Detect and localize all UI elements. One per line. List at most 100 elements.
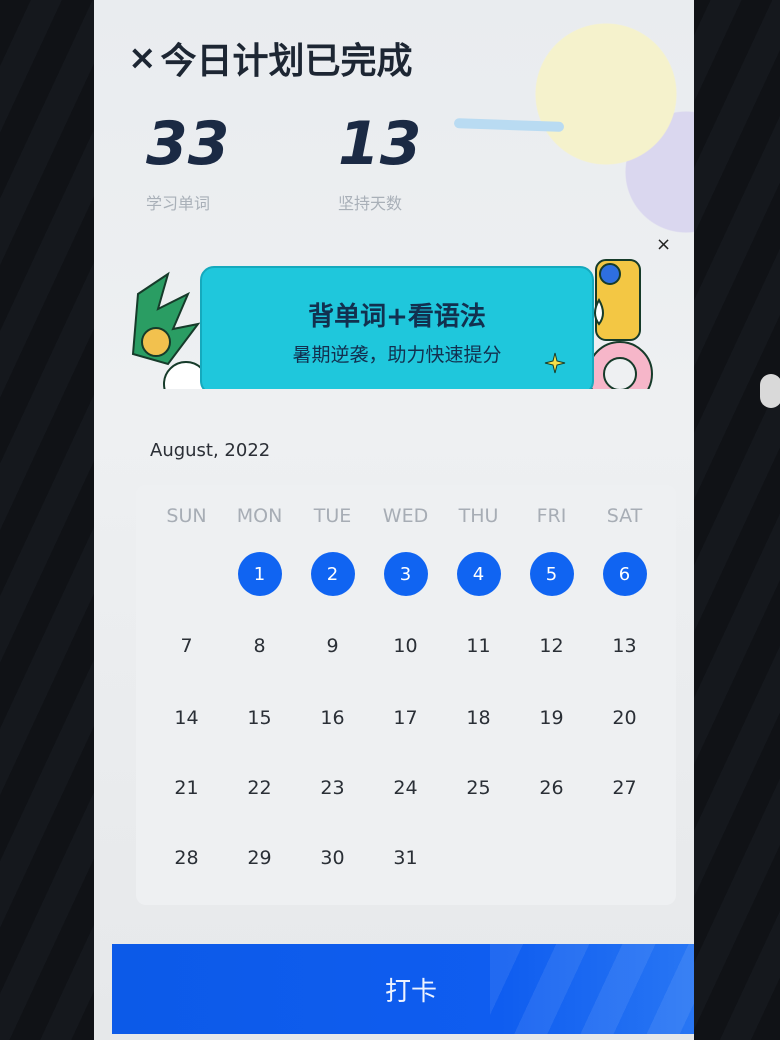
checkin-screen: × 今日计划已完成 33 学习单词 13 坚持天数 × 背单词+看语法 暑期逆袭… (94, 0, 694, 1040)
date-cell[interactable]: 18 (442, 695, 515, 741)
date-cell[interactable]: 19 (515, 695, 588, 741)
date-cell-checked[interactable]: 1 (223, 551, 296, 597)
date-cell[interactable]: 12 (515, 623, 588, 669)
date-number: 26 (539, 777, 564, 799)
date-number: 28 (174, 847, 199, 869)
date-cell[interactable]: 30 (296, 835, 369, 881)
weekday-label: FRI (536, 505, 567, 527)
date-number: 18 (466, 707, 491, 729)
date-cell[interactable]: 27 (588, 765, 661, 811)
stat-value: 13 (338, 109, 422, 179)
date-cell (442, 835, 515, 881)
date-cell[interactable]: 7 (150, 623, 223, 669)
banner-card: 背单词+看语法 暑期逆袭，助力快速提分 (200, 266, 594, 389)
date-number: 27 (612, 777, 637, 799)
date-number: 11 (466, 635, 491, 657)
weekday-label: THU (458, 505, 499, 527)
date-number: 24 (393, 777, 418, 799)
sparkle-icon (544, 352, 566, 374)
date-number: 5 (529, 552, 574, 596)
date-number: 6 (602, 552, 647, 596)
stat-words-learned: 33 学习单词 (146, 112, 230, 214)
date-cell-checked[interactable]: 2 (296, 551, 369, 597)
date-number: 30 (320, 847, 345, 869)
banner-title: 背单词+看语法 (308, 302, 486, 332)
date-number: 20 (612, 707, 637, 729)
calendar-week-row: 14 15 16 17 18 19 20 (150, 695, 662, 741)
date-number: 19 (539, 707, 564, 729)
calendar-week-row: 21 22 23 24 25 26 27 (150, 765, 662, 811)
date-number: 17 (393, 707, 418, 729)
date-cell-checked[interactable]: 6 (588, 551, 661, 597)
date-cell (150, 551, 223, 597)
checkin-button-label: 打卡 (384, 976, 437, 1007)
weekday-header: SUN MON TUE WED THU FRI SAT (150, 505, 662, 527)
date-cell-checked[interactable]: 5 (515, 551, 588, 597)
date-cell[interactable]: 20 (588, 695, 661, 741)
promo-banner[interactable]: 背单词+看语法 暑期逆袭，助力快速提分 (128, 254, 668, 389)
date-cell[interactable]: 13 (588, 623, 661, 669)
date-number: 23 (320, 777, 345, 799)
date-cell-checked[interactable]: 4 (442, 551, 515, 597)
weekday-label: TUE (313, 505, 352, 527)
date-cell (588, 835, 661, 881)
date-cell[interactable]: 25 (442, 765, 515, 811)
date-number: 15 (247, 707, 272, 729)
calendar-week-row: 28 29 30 31 (150, 835, 662, 881)
weekday-label: SUN (166, 505, 207, 527)
date-number: 4 (456, 552, 501, 596)
date-cell[interactable]: 15 (223, 695, 296, 741)
date-number: 7 (180, 635, 193, 657)
date-cell[interactable]: 29 (223, 835, 296, 881)
date-number: 25 (466, 777, 491, 799)
date-cell[interactable]: 16 (296, 695, 369, 741)
date-number: 10 (393, 635, 418, 657)
date-number: 12 (539, 635, 564, 657)
date-number: 13 (612, 635, 637, 657)
date-number: 1 (237, 552, 282, 596)
stat-label: 学习单词 (146, 194, 211, 213)
date-cell[interactable]: 14 (150, 695, 223, 741)
stat-streak-days: 13 坚持天数 (338, 112, 422, 214)
date-number: 29 (247, 847, 272, 869)
date-cell[interactable]: 9 (296, 623, 369, 669)
weekday-label: MON (236, 505, 283, 527)
date-cell[interactable]: 22 (223, 765, 296, 811)
stat-value: 33 (146, 109, 230, 179)
date-cell[interactable]: 24 (369, 765, 442, 811)
date-number: 9 (326, 635, 339, 657)
date-number: 21 (174, 777, 199, 799)
date-cell (515, 835, 588, 881)
date-cell[interactable]: 8 (223, 623, 296, 669)
date-cell[interactable]: 10 (369, 623, 442, 669)
close-icon[interactable]: × (128, 38, 157, 78)
date-cell[interactable]: 21 (150, 765, 223, 811)
device-side-button (760, 374, 780, 408)
banner-subtitle: 暑期逆袭，助力快速提分 (292, 344, 502, 366)
page-title: × 今日计划已完成 (128, 32, 413, 84)
date-cell-checked[interactable]: 3 (369, 551, 442, 597)
date-cell[interactable]: 26 (515, 765, 588, 811)
date-number: 22 (247, 777, 272, 799)
date-number: 2 (310, 552, 355, 596)
title-text: 今日计划已完成 (160, 41, 413, 82)
checkin-button[interactable]: 打卡 (112, 944, 694, 1034)
calendar-week-row: 1 2 3 4 5 6 (150, 551, 662, 597)
banner-close-icon[interactable]: × (656, 234, 671, 255)
date-cell[interactable]: 28 (150, 835, 223, 881)
date-cell[interactable]: 17 (369, 695, 442, 741)
calendar-week-row: 7 8 9 10 11 12 13 (150, 623, 662, 669)
date-number: 14 (174, 707, 199, 729)
date-number: 16 (320, 707, 345, 729)
date-number: 31 (393, 847, 418, 869)
date-number: 3 (383, 552, 428, 596)
weekday-label: WED (382, 505, 429, 527)
date-cell[interactable]: 31 (369, 835, 442, 881)
calendar-month-label: August, 2022 (150, 440, 271, 461)
calendar: SUN MON TUE WED THU FRI SAT 1 2 3 4 5 6 … (136, 485, 676, 905)
date-cell[interactable]: 23 (296, 765, 369, 811)
date-cell[interactable]: 11 (442, 623, 515, 669)
weekday-label: SAT (606, 505, 643, 527)
date-number: 8 (253, 635, 266, 657)
button-stripe-decoration (490, 944, 694, 1034)
